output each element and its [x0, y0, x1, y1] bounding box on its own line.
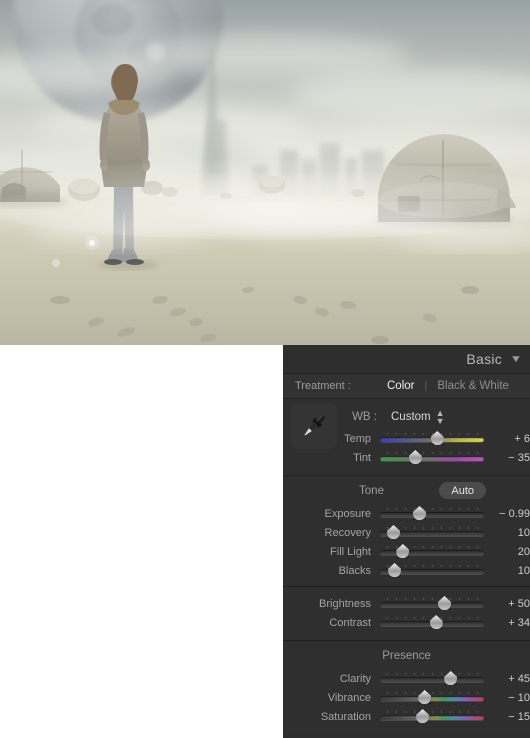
- tone-header: Tone: [359, 485, 384, 497]
- auto-tone-button[interactable]: Auto: [439, 482, 486, 499]
- presence-header-row: Presence: [283, 643, 530, 669]
- slider-label-saturation: Saturation: [320, 710, 371, 723]
- slider-label-blacks: Blacks: [338, 564, 371, 577]
- slider-row-fill-light[interactable]: Fill Light 20: [283, 542, 530, 561]
- slider-ticks: [383, 546, 481, 548]
- slider-track-vibrance[interactable]: [380, 688, 484, 707]
- slider-label-contrast: Contrast: [329, 616, 371, 629]
- slider-value-tint[interactable]: − 35: [490, 452, 530, 464]
- panel-title: Basic: [466, 351, 503, 367]
- slider-gradient-saturation: [380, 715, 484, 720]
- slider-ticks: [383, 711, 481, 713]
- slider-row-clarity[interactable]: Clarity + 45: [283, 669, 530, 688]
- slider-label-exposure: Exposure: [324, 507, 371, 520]
- slider-gradient-clarity: [380, 677, 484, 682]
- slider-value-vibrance[interactable]: − 10: [490, 692, 530, 704]
- slider-label-tint: Tint: [353, 451, 371, 464]
- light-section: Brightness + 50 Contrast + 34: [283, 587, 530, 640]
- treatment-label: Treatment :: [295, 380, 351, 392]
- slider-row-recovery[interactable]: Recovery 10: [283, 523, 530, 542]
- slider-ticks: [383, 452, 481, 454]
- basic-panel: Basic ▼ Treatment : Color | Black & Whit…: [283, 345, 530, 738]
- lightroom-develop-screen: Basic ▼ Treatment : Color | Black & Whit…: [0, 0, 530, 738]
- white-balance-section: WB : Custom ▲ ▼ Temp + 6 Tint − 35: [283, 399, 530, 476]
- slider-value-blacks[interactable]: 10: [490, 565, 530, 577]
- slider-row-vibrance[interactable]: Vibrance − 10: [283, 688, 530, 707]
- slider-value-contrast[interactable]: + 34: [490, 617, 530, 629]
- up-down-stepper-icon[interactable]: ▲ ▼: [436, 409, 445, 426]
- slider-track-exposure[interactable]: [380, 504, 484, 523]
- photo-preview[interactable]: [0, 0, 530, 345]
- slider-row-brightness[interactable]: Brightness + 50: [283, 594, 530, 613]
- slider-gradient-fill-light: [380, 550, 484, 555]
- slider-value-temp[interactable]: + 6: [490, 433, 530, 445]
- wb-value[interactable]: Custom: [391, 411, 431, 423]
- slider-value-recovery[interactable]: 10: [490, 527, 530, 539]
- slider-row-tint[interactable]: Tint − 35: [283, 448, 530, 467]
- chevron-down-icon[interactable]: ▼: [510, 354, 522, 365]
- slider-ticks: [383, 508, 481, 510]
- slider-ticks: [383, 433, 481, 435]
- slider-track-temp[interactable]: [380, 429, 484, 448]
- presence-header: Presence: [382, 650, 431, 662]
- slider-value-fill-light[interactable]: 20: [490, 546, 530, 558]
- slider-ticks: [383, 617, 481, 619]
- slider-row-blacks[interactable]: Blacks 10: [283, 561, 530, 580]
- slider-ticks: [383, 598, 481, 600]
- slider-track-tint[interactable]: [380, 448, 484, 467]
- slider-label-vibrance: Vibrance: [327, 691, 371, 704]
- slider-track-clarity[interactable]: [380, 669, 484, 688]
- treatment-separator: |: [424, 380, 428, 392]
- slider-label-brightness: Brightness: [319, 597, 371, 610]
- slider-label-fill-light: Fill Light: [330, 545, 371, 558]
- eyedropper-glyph: [304, 414, 325, 436]
- slider-track-fill-light[interactable]: [380, 542, 484, 561]
- slider-label-clarity: Clarity: [339, 672, 371, 685]
- slider-value-clarity[interactable]: + 45: [490, 673, 530, 685]
- tone-section: Tone Auto Exposure − 0.99 Recovery 10 Fi…: [283, 476, 530, 586]
- slider-track-contrast[interactable]: [380, 613, 484, 632]
- panel-header[interactable]: Basic ▼: [283, 345, 530, 373]
- treatment-option-color[interactable]: Color: [387, 380, 414, 392]
- treatment-option-black-and-white[interactable]: Black & White: [437, 380, 509, 392]
- slider-gradient-tint: [380, 456, 484, 461]
- slider-label-recovery: Recovery: [324, 526, 371, 539]
- treatment-row: Treatment : Color | Black & White: [283, 373, 530, 399]
- slider-gradient-vibrance: [380, 696, 484, 701]
- slider-ticks: [383, 527, 481, 529]
- slider-row-contrast[interactable]: Contrast + 34: [283, 613, 530, 632]
- slider-value-saturation[interactable]: − 15: [490, 711, 530, 723]
- tone-header-row: Tone Auto: [283, 478, 530, 504]
- slider-ticks: [383, 692, 481, 694]
- slider-gradient-exposure: [380, 512, 484, 517]
- slider-row-saturation[interactable]: Saturation − 15: [283, 707, 530, 726]
- presence-section: Presence Clarity + 45 Vibrance − 10 Satu…: [283, 641, 530, 732]
- slider-value-exposure[interactable]: − 0.99: [490, 508, 530, 520]
- slider-track-recovery[interactable]: [380, 523, 484, 542]
- slider-ticks: [383, 673, 481, 675]
- slider-track-blacks[interactable]: [380, 561, 484, 580]
- slider-row-exposure[interactable]: Exposure − 0.99: [283, 504, 530, 523]
- photo-artwork: [0, 0, 530, 345]
- slider-track-saturation[interactable]: [380, 707, 484, 726]
- slider-value-brightness[interactable]: + 50: [490, 598, 530, 610]
- slider-gradient-brightness: [380, 602, 484, 607]
- slider-track-brightness[interactable]: [380, 594, 484, 613]
- eyedropper-icon[interactable]: [291, 403, 337, 449]
